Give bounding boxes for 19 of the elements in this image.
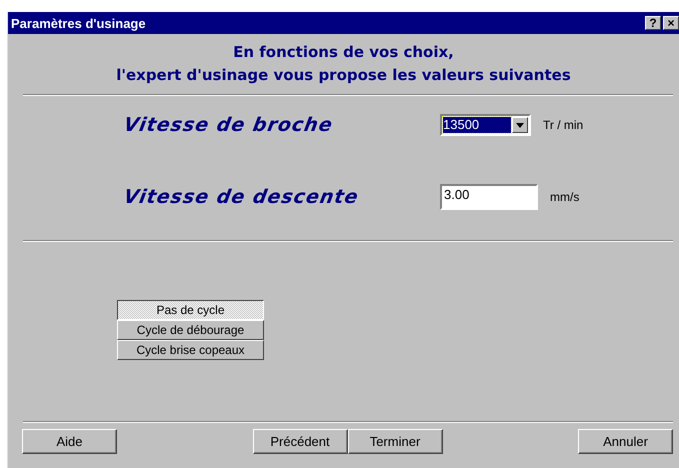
previous-button[interactable]: Précédent — [252, 429, 348, 454]
help-button[interactable]: ? — [645, 16, 661, 30]
cycle-toggle-button[interactable]: Cycle de débourage — [117, 320, 264, 340]
unit-label: mm/s — [550, 190, 580, 204]
field-label: Vitesse de descente — [122, 186, 362, 208]
intro-text: En fonctions de vos choix, — [233, 43, 454, 61]
cycle-toggle-button[interactable]: Cycle brise copeaux — [117, 340, 264, 360]
close-button[interactable]: × — [663, 16, 679, 30]
input-field[interactable]: 3.00 — [440, 184, 538, 210]
window-title: Paramètres d'usinage — [11, 16, 146, 30]
speed-dropdown[interactable]: 13500 — [440, 114, 531, 136]
intro-text: l'expert d'usinage vous propose les valeurs suivantes — [116, 66, 571, 84]
help-text-button[interactable]: Aide — [22, 429, 117, 454]
finish-button[interactable]: Terminer — [348, 429, 442, 454]
unit-label: Tr / min — [543, 118, 584, 132]
cycle-toggle-button[interactable]: Pas de cycle — [117, 300, 264, 320]
caret-icon — [516, 122, 524, 128]
cancel-button[interactable]: Annuler — [578, 429, 673, 454]
field-label: Vitesse de broche — [122, 114, 336, 136]
